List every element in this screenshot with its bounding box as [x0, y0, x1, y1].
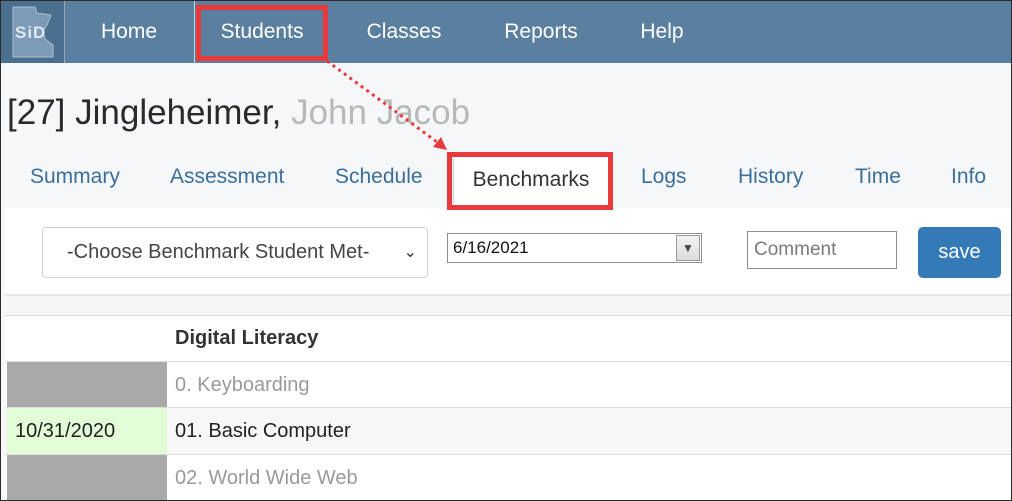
annotation-arrow-icon — [326, 59, 447, 150]
app-frame: SiD Home Students Classes Reports Help [… — [0, 0, 1012, 501]
